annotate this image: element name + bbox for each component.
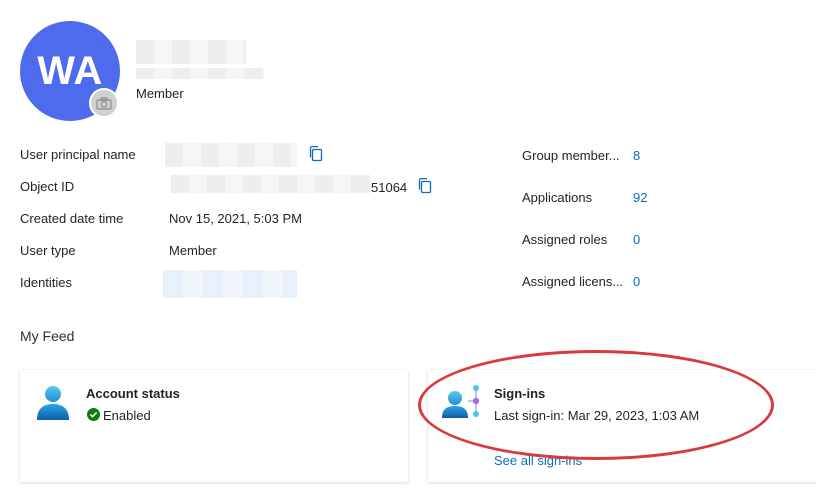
- account-status-value: Enabled: [103, 408, 151, 423]
- copy-upn-button[interactable]: [308, 145, 324, 163]
- stat-label-groups: Group member...: [522, 148, 620, 163]
- stat-label-licenses: Assigned licens...: [522, 274, 624, 289]
- stat-value-applications[interactable]: 92: [633, 190, 647, 205]
- signins-title: Sign-ins: [494, 386, 546, 401]
- signin-icon: [442, 385, 480, 418]
- stat-value-roles[interactable]: 0: [633, 232, 640, 247]
- stat-value-groups[interactable]: 8: [633, 148, 640, 163]
- stat-value-licenses[interactable]: 0: [633, 274, 640, 289]
- account-status-card: Account status Enabled: [20, 370, 408, 482]
- prop-label-user-type: User type: [20, 243, 76, 258]
- signins-card: Sign-ins Last sign-in: Mar 29, 2023, 1:0…: [428, 370, 816, 482]
- redacted-upn: [165, 143, 297, 167]
- prop-label-object-id: Object ID: [20, 179, 75, 194]
- check-circle-icon: [87, 408, 100, 421]
- see-all-signins-link[interactable]: See all sign-ins: [494, 453, 582, 468]
- avatar-initials: WA: [37, 48, 103, 93]
- prop-label-upn: User principal name: [20, 147, 136, 162]
- prop-value-user-type: Member: [169, 243, 217, 258]
- object-id-suffix: 51064: [371, 180, 408, 195]
- copy-icon: [418, 177, 432, 194]
- prop-value-created: Nov 15, 2021, 5:03 PM: [169, 211, 302, 226]
- redacted-email: [136, 68, 264, 79]
- change-photo-button[interactable]: [89, 88, 119, 118]
- copy-icon: [309, 145, 323, 162]
- redacted-identities[interactable]: [163, 270, 297, 298]
- last-signin-text: Last sign-in: Mar 29, 2023, 1:03 AM: [494, 408, 700, 423]
- user-role: Member: [136, 86, 184, 101]
- account-status-title: Account status: [86, 386, 180, 401]
- my-feed-title: My Feed: [20, 328, 75, 344]
- prop-label-created: Created date time: [20, 211, 124, 226]
- user-icon: [37, 386, 69, 420]
- redacted-display-name: [136, 40, 246, 64]
- camera-icon: [96, 96, 112, 110]
- stat-label-roles: Assigned roles: [522, 232, 608, 247]
- copy-object-id-button[interactable]: [417, 177, 433, 195]
- prop-label-identities: Identities: [20, 275, 73, 290]
- redacted-object-id: [171, 175, 371, 193]
- stat-label-applications: Applications: [522, 190, 593, 205]
